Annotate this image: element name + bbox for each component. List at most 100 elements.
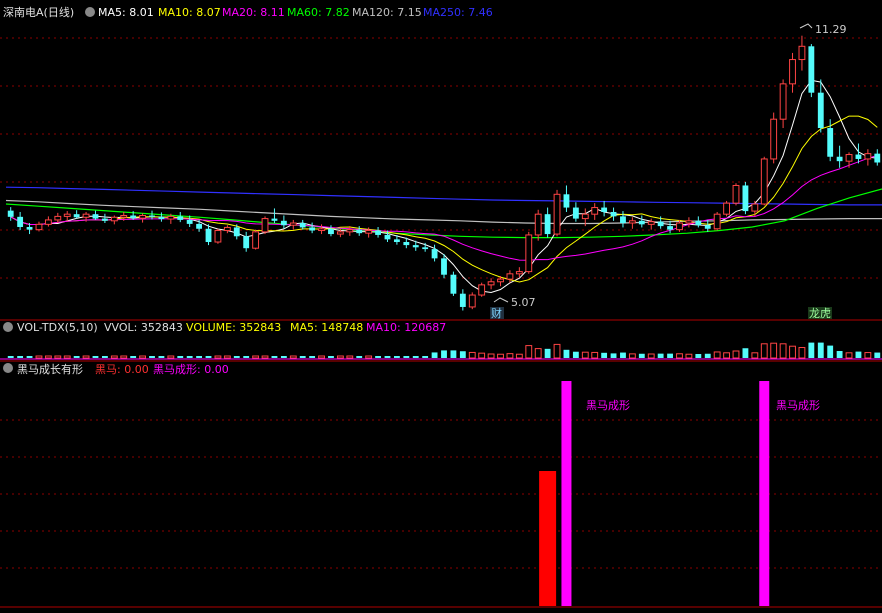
ma60-label: MA60: 7.82 [287, 6, 350, 19]
candle [770, 112, 778, 164]
volume-bar [205, 356, 212, 358]
candle [808, 44, 815, 98]
ma20-label: MA20: 8.11 [222, 6, 285, 19]
volume-bar [92, 356, 99, 358]
volume-bar [120, 355, 128, 359]
stock-title: 深南电A(日线) [3, 5, 74, 19]
indicator-header: 黑马成长有形 黑马: 0.00 黑马成形: 0.00 [3, 362, 229, 376]
volume-bar [214, 355, 222, 359]
volume-bar [261, 355, 269, 359]
candle-body [346, 229, 354, 233]
candle-body [468, 294, 476, 308]
volume-bar [280, 356, 287, 358]
candle [544, 207, 551, 238]
candle [356, 226, 363, 236]
candle-body [798, 45, 806, 61]
candle-body [431, 249, 438, 259]
candle [525, 231, 533, 274]
candle [685, 217, 693, 228]
volume-bar [412, 356, 419, 358]
candle-body [657, 221, 664, 227]
dropdown-icon[interactable] [85, 7, 95, 17]
candle-body [243, 236, 250, 249]
candle [845, 152, 853, 168]
volume-bar [798, 347, 806, 359]
volume-bar [139, 355, 147, 359]
volume-bar [544, 348, 551, 358]
candle [375, 226, 381, 238]
volume-bar [82, 355, 90, 359]
volume-bar [553, 343, 561, 359]
candle-body [760, 158, 768, 205]
candle-body [601, 207, 608, 212]
candle-body [26, 226, 33, 230]
volume-bar [487, 353, 495, 359]
volume-bar [713, 351, 721, 359]
candle [44, 216, 52, 227]
candle [553, 189, 561, 237]
candle-body [515, 271, 523, 275]
candle-body [685, 220, 693, 224]
candle-body [63, 213, 71, 217]
candle [73, 210, 80, 219]
stock-chart[interactable]: 深南电A(日线) MA5: 8.01 MA10: 8.07 MA20: 8.11… [0, 0, 882, 613]
candle-body [92, 214, 99, 219]
candle-body [336, 231, 344, 235]
candle [7, 207, 14, 221]
candle-body [544, 214, 551, 235]
dropdown-icon[interactable] [3, 322, 13, 332]
volume-bar [44, 355, 52, 359]
indicator-title: 黑马成长有形 [17, 362, 83, 376]
candle [450, 271, 457, 296]
volume-bar [525, 345, 533, 359]
volume-bar [346, 355, 354, 359]
volume-bar [601, 352, 608, 358]
candle-body [478, 284, 486, 296]
candle-body [375, 230, 381, 235]
candle-body [318, 228, 325, 232]
volume-bar [318, 355, 325, 359]
candle-body [525, 234, 533, 273]
volume-bar [243, 356, 250, 358]
candle-body [233, 227, 240, 237]
volume-bar [7, 356, 14, 358]
volume-bar [506, 353, 514, 359]
candle [54, 212, 62, 224]
candle-body [205, 228, 212, 243]
chengxing-label: 黑马成形: 0.00 [153, 363, 229, 376]
candle [177, 211, 184, 223]
candle-body [581, 213, 589, 220]
candle-body [808, 46, 815, 93]
candle-body [695, 220, 702, 226]
candle [760, 156, 768, 206]
candle [318, 224, 325, 235]
volume-bar [450, 350, 457, 358]
volume-bar [223, 355, 231, 359]
volume-bar [497, 353, 504, 359]
volume-bar [422, 356, 429, 358]
chengxing-bar [561, 381, 572, 606]
volume-bar [365, 355, 373, 359]
candle-body [130, 215, 137, 219]
candle [620, 211, 626, 228]
volume-bar [572, 351, 579, 358]
volume-bar [836, 351, 843, 358]
candle-body [120, 215, 128, 218]
dropdown-icon[interactable] [3, 363, 13, 373]
candle [63, 211, 71, 221]
candle [35, 221, 43, 232]
candle-body [817, 92, 824, 129]
volume-bar [723, 352, 731, 359]
candle-body [54, 215, 62, 221]
candle [309, 222, 316, 234]
volume-bar [403, 356, 410, 358]
volume-bar [336, 355, 344, 359]
volume-bar [299, 356, 306, 358]
volume-bar [356, 356, 363, 358]
volume-bar [808, 342, 815, 358]
candle-body [186, 219, 193, 224]
volume-bar [591, 351, 599, 359]
candle [214, 228, 222, 244]
candle [601, 200, 608, 217]
candle-body [620, 216, 626, 224]
